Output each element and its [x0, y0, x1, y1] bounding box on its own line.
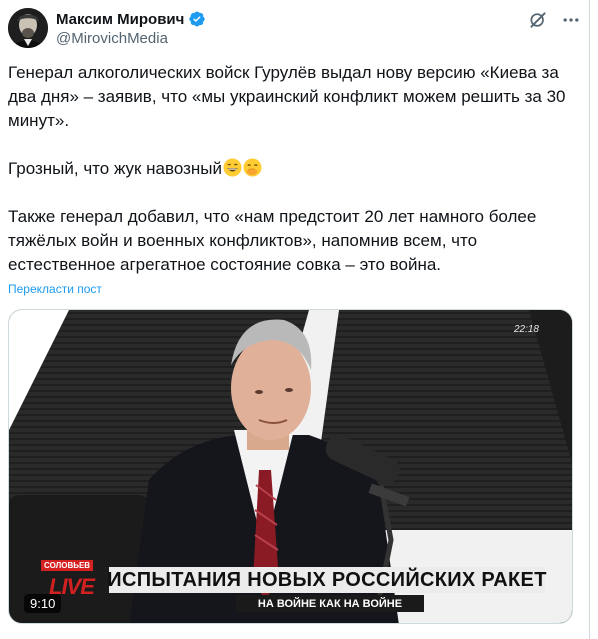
more-options-icon[interactable] — [560, 10, 582, 30]
tweet-card: Максим Мирович @MirovichMedia Генерал ал… — [0, 0, 590, 639]
face-with-hand-over-mouth-emoji-icon — [243, 158, 262, 177]
translate-post-link[interactable]: Перекласти пост — [8, 282, 102, 296]
grok-icon[interactable] — [528, 10, 548, 30]
video-player[interactable]: 22:18 СОЛОВЬЕВ LIVE ИСПЫТАНИЯ НОВЫХ РОСС… — [8, 309, 573, 624]
post-paragraph-2-text: Грозный, что жук навозный — [8, 159, 223, 178]
grinning-face-emoji-icon — [223, 158, 242, 177]
portrait-avatar-icon — [8, 8, 48, 48]
video-timecode: 22:18 — [513, 324, 539, 335]
avatar[interactable] — [8, 8, 48, 48]
tweet-header: Максим Мирович @MirovichMedia — [8, 8, 579, 48]
author-handle[interactable]: @MirovichMedia — [56, 30, 168, 47]
post-paragraph-3: Также генерал добавил, что «нам предстои… — [8, 207, 537, 274]
news-banner-title: ИСПЫТАНИЯ НОВЫХ РОССИЙСКИХ РАКЕТ — [107, 567, 546, 593]
video-duration-badge: 9:10 — [24, 594, 62, 613]
news-banner-subtitle: НА ВОЙНЕ КАК НА ВОЙНЕ — [236, 595, 424, 612]
author-name[interactable]: Максим Мирович — [56, 11, 184, 28]
verified-badge-icon — [189, 11, 206, 27]
post-paragraph-2: Грозный, что жук навозный — [8, 157, 582, 181]
channel-logo: СОЛОВЬЕВ — [41, 560, 94, 571]
post-paragraph-1: Генерал алкоголических войск Гурулёв выд… — [8, 63, 566, 130]
name-row: Максим Мирович — [56, 10, 206, 28]
